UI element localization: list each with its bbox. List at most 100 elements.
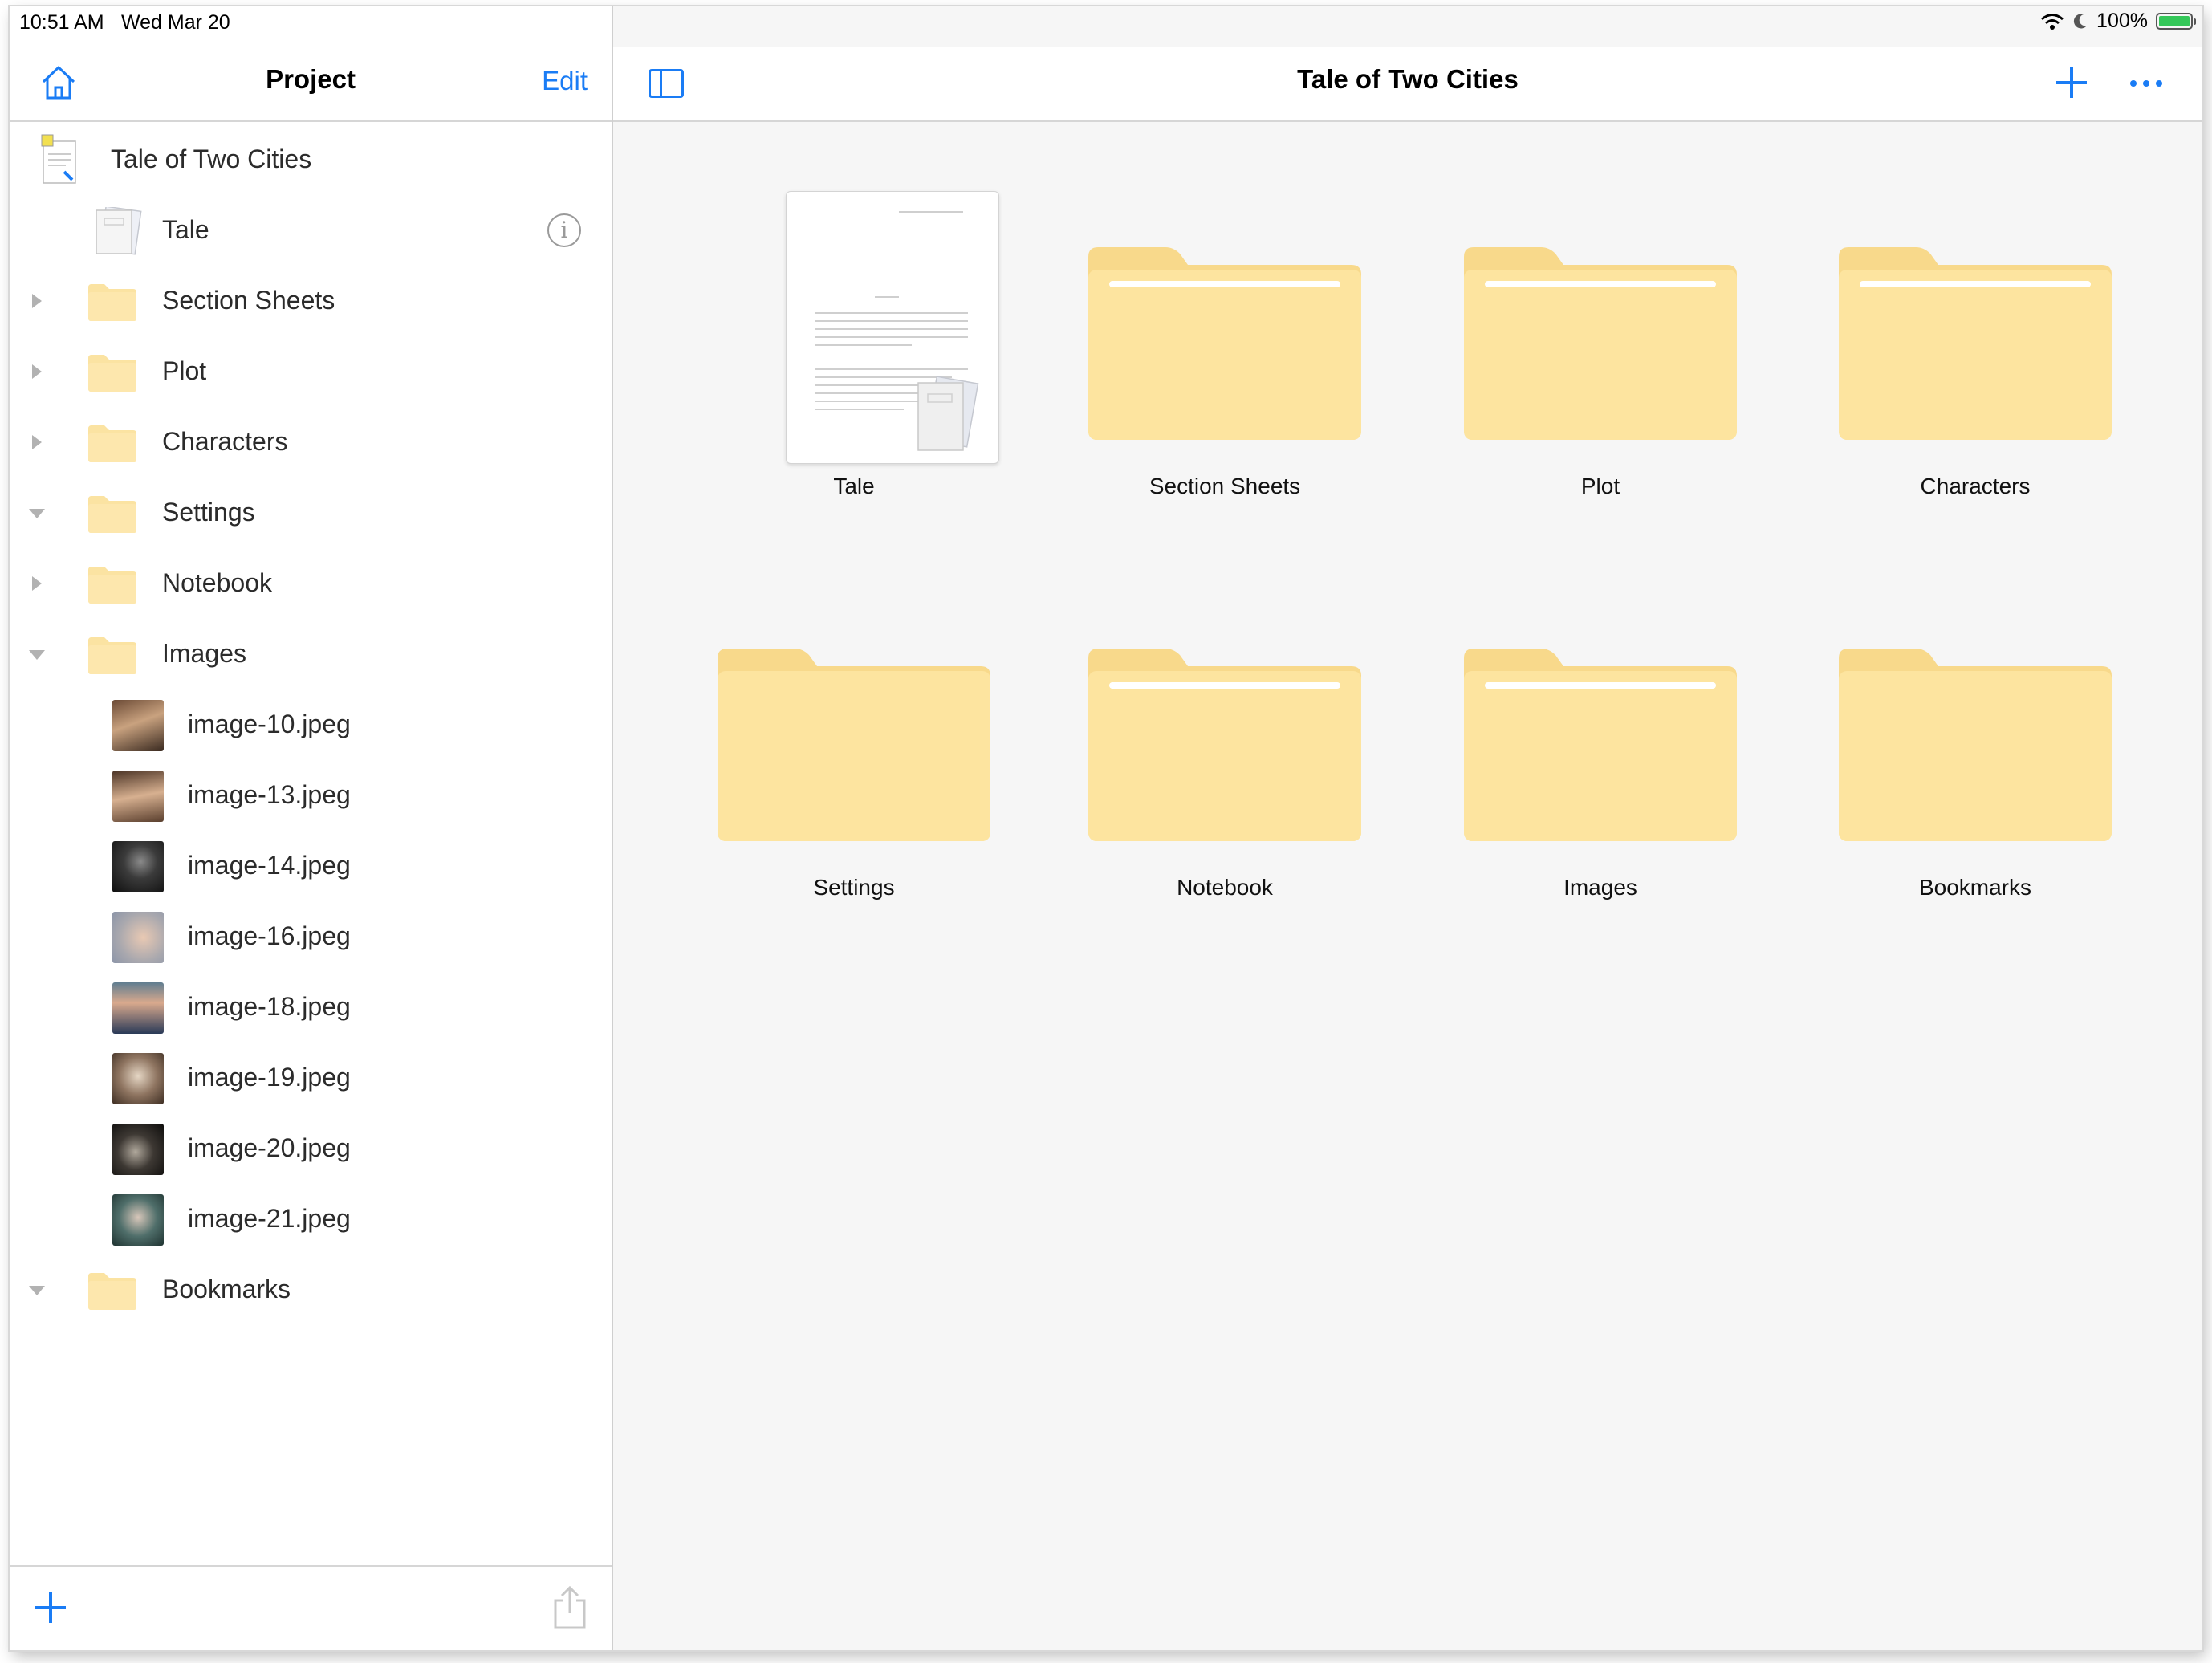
sidebar-item-label: Bookmarks <box>162 1275 291 1303</box>
sidebar-item-label: image-21.jpeg <box>188 1204 351 1233</box>
sidebar-item-notebook[interactable]: Notebook <box>10 549 612 620</box>
tile-label: Bookmarks <box>1918 875 2032 900</box>
disclosure-expanded-icon[interactable] <box>29 650 45 660</box>
sidebar-item-tale[interactable]: Tale i <box>10 196 612 266</box>
tile-label: Section Sheets <box>1149 474 1301 498</box>
tile-label: Characters <box>1920 474 2031 498</box>
tile-label: Images <box>1563 875 1637 900</box>
moon-icon <box>2073 13 2088 28</box>
disclosure-collapsed-icon[interactable] <box>32 435 42 449</box>
sidebar-item-label: image-14.jpeg <box>188 851 351 880</box>
sidebar-item-characters[interactable]: Characters <box>10 408 612 478</box>
project-document-icon <box>41 134 76 184</box>
main-header: Tale of Two Cities <box>613 47 2202 122</box>
sidebar-item-section-sheets[interactable]: Section Sheets <box>10 266 612 337</box>
sidebar-header: Project Edit <box>10 47 612 122</box>
sidebar-item-label: Images <box>162 639 246 668</box>
sidebar: 10:51 AM Wed Mar 20 Project Edit Tale of… <box>10 6 613 1650</box>
tile-images[interactable]: Images <box>1456 530 1745 900</box>
tile-label: Settings <box>813 875 895 900</box>
project-root-item[interactable]: Tale of Two Cities <box>10 125 612 196</box>
sidebar-item-label: Characters <box>162 427 288 456</box>
disclosure-expanded-icon[interactable] <box>29 509 45 518</box>
tile-characters[interactable]: Characters <box>1831 127 2120 498</box>
status-date: Wed Mar 20 <box>121 11 230 34</box>
folder-icon <box>88 1273 136 1310</box>
sidebar-item-image-20[interactable]: image-20.jpeg <box>10 1114 612 1185</box>
folder-icon <box>1088 649 1361 841</box>
document-thumbnail <box>786 191 999 464</box>
sidebar-item-image-13[interactable]: image-13.jpeg <box>10 761 612 832</box>
sidebar-footer <box>10 1565 612 1650</box>
tile-section-sheets[interactable]: Section Sheets <box>1080 127 1369 498</box>
tile-settings[interactable]: Settings <box>710 530 998 900</box>
main-pane: 100% Tale of Two Cities Tale Section She… <box>613 6 2202 1650</box>
tile-label: Plot <box>1580 474 1620 498</box>
sidebar-item-label: Section Sheets <box>162 286 335 315</box>
project-root-label: Tale of Two Cities <box>111 144 312 173</box>
share-icon[interactable] <box>552 1584 588 1631</box>
add-icon[interactable] <box>2056 67 2087 98</box>
folder-icon <box>88 637 136 674</box>
tile-plot[interactable]: Plot <box>1456 127 1745 498</box>
image-thumbnail <box>112 700 164 751</box>
folder-icon <box>1839 649 2112 841</box>
disclosure-collapsed-icon[interactable] <box>32 576 42 591</box>
sidebar-item-label: Notebook <box>162 568 272 597</box>
more-options-icon[interactable] <box>2130 80 2162 87</box>
tile-bookmarks[interactable]: Bookmarks <box>1831 530 2120 900</box>
wifi-icon <box>2041 13 2064 30</box>
sidebar-item-label: image-13.jpeg <box>188 780 351 809</box>
sidebar-item-image-10[interactable]: image-10.jpeg <box>10 690 612 761</box>
battery-percent: 100% <box>2096 10 2148 32</box>
sidebar-item-label: image-10.jpeg <box>188 710 351 738</box>
stacked-pages-icon <box>917 376 979 451</box>
sidebar-item-image-14[interactable]: image-14.jpeg <box>10 832 612 902</box>
sidebar-item-bookmarks[interactable]: Bookmarks <box>10 1255 612 1326</box>
folder-icon <box>1464 649 1737 841</box>
disclosure-collapsed-icon[interactable] <box>32 294 42 308</box>
sidebar-item-image-18[interactable]: image-18.jpeg <box>10 973 612 1043</box>
image-thumbnail <box>112 1194 164 1246</box>
folder-icon <box>88 425 136 462</box>
folder-icon <box>718 649 990 841</box>
sidebar-item-image-16[interactable]: image-16.jpeg <box>10 902 612 973</box>
sidebar-item-settings[interactable]: Settings <box>10 478 612 549</box>
image-thumbnail <box>112 771 164 822</box>
image-thumbnail <box>112 912 164 963</box>
sidebar-item-label: image-16.jpeg <box>188 921 351 950</box>
tile-tale[interactable]: Tale <box>710 127 999 498</box>
ipad-screen: 10:51 AM Wed Mar 20 Project Edit Tale of… <box>10 6 2202 1650</box>
image-thumbnail <box>112 841 164 892</box>
status-right: 100% <box>2040 10 2196 33</box>
edit-button[interactable]: Edit <box>542 66 588 96</box>
sidebar-item-label: image-19.jpeg <box>188 1063 351 1092</box>
stacked-pages-icon <box>96 207 142 255</box>
disclosure-collapsed-icon[interactable] <box>32 364 42 379</box>
folder-icon <box>88 355 136 392</box>
sidebar-item-plot[interactable]: Plot <box>10 337 612 408</box>
folder-icon <box>1088 247 1361 440</box>
sidebar-item-image-21[interactable]: image-21.jpeg <box>10 1185 612 1255</box>
sidebar-item-label: Settings <box>162 498 255 527</box>
sidebar-item-label: image-20.jpeg <box>188 1133 351 1162</box>
add-item-icon[interactable] <box>35 1592 66 1623</box>
folder-icon <box>1839 247 2112 440</box>
sidebar-item-label: image-18.jpeg <box>188 992 351 1021</box>
tile-label: Notebook <box>1177 875 1273 900</box>
image-thumbnail <box>112 1124 164 1175</box>
image-thumbnail <box>112 982 164 1034</box>
tile-label: Tale <box>833 474 875 498</box>
disclosure-expanded-icon[interactable] <box>29 1286 45 1295</box>
folder-icon <box>88 496 136 533</box>
folder-icon <box>1464 247 1737 440</box>
page-title: Tale of Two Cities <box>1297 64 1519 94</box>
tile-notebook[interactable]: Notebook <box>1080 530 1369 900</box>
folder-icon <box>88 284 136 321</box>
status-time: 10:51 AM <box>19 11 104 34</box>
sidebar-item-images[interactable]: Images <box>10 620 612 690</box>
info-icon[interactable]: i <box>547 213 581 247</box>
sidebar-title: Project <box>266 64 356 94</box>
sidebar-item-image-19[interactable]: image-19.jpeg <box>10 1043 612 1114</box>
image-thumbnail <box>112 1053 164 1104</box>
